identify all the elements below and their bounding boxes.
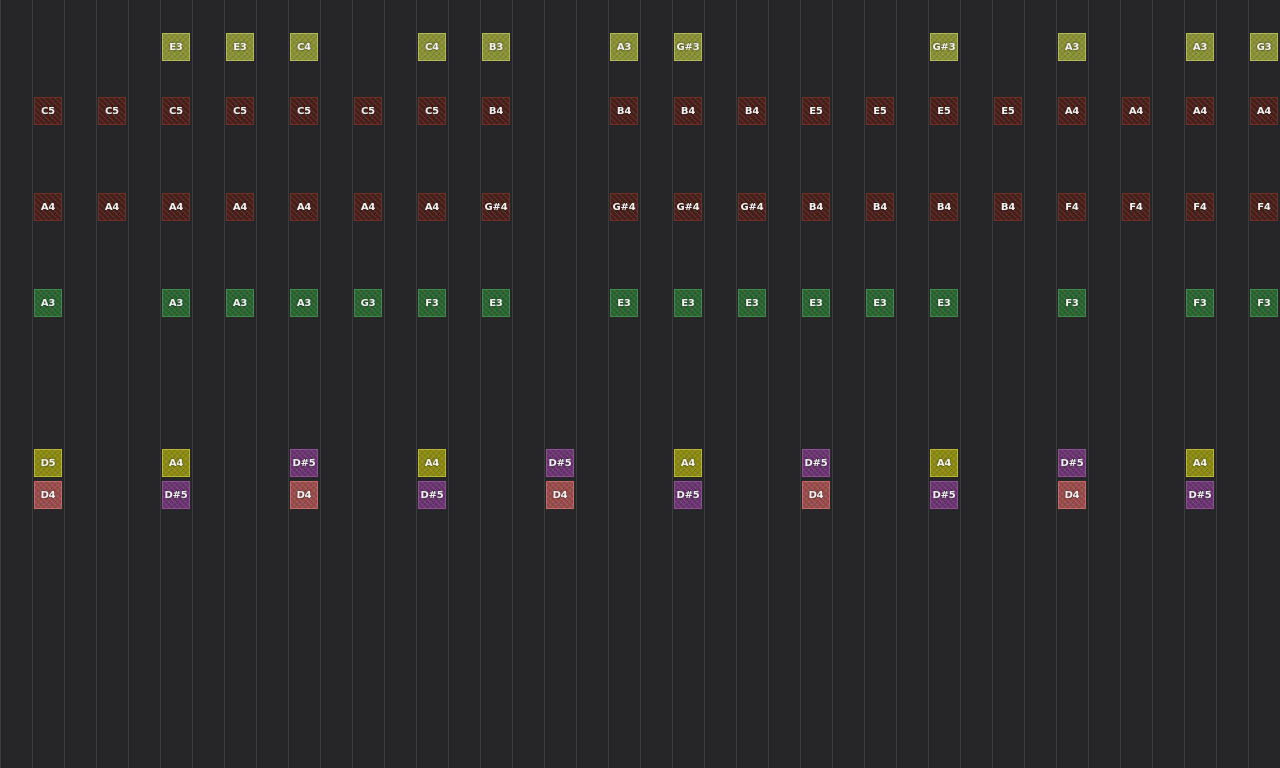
note-block[interactable]: A3 — [1186, 33, 1214, 61]
note-block[interactable]: B4 — [610, 97, 638, 125]
note-block[interactable]: E3 — [226, 33, 254, 61]
note-block[interactable]: D#5 — [802, 449, 830, 477]
note-block[interactable]: F3 — [1058, 289, 1086, 317]
note-block[interactable]: A3 — [162, 289, 190, 317]
note-block[interactable]: G#4 — [482, 193, 510, 221]
note-block[interactable]: F4 — [1250, 193, 1278, 221]
note-block[interactable]: E3 — [482, 289, 510, 317]
note-block[interactable]: A3 — [226, 289, 254, 317]
note-block[interactable]: A4 — [162, 449, 190, 477]
note-block[interactable]: F4 — [1058, 193, 1086, 221]
note-block[interactable]: G#3 — [674, 33, 702, 61]
note-block[interactable]: C4 — [290, 33, 318, 61]
note-block[interactable]: A3 — [610, 33, 638, 61]
note-block[interactable]: A3 — [1058, 33, 1086, 61]
note-block[interactable]: G#4 — [610, 193, 638, 221]
note-block[interactable]: G#3 — [930, 33, 958, 61]
note-block[interactable]: C4 — [418, 33, 446, 61]
piano-roll-grid[interactable]: E3 E3 C4 C4 B3 A3 G#3 G#3 A3 A3 G3 C5 C5 C5 C5 C5 C5 C5 B4… — [0, 0, 1280, 768]
note-block[interactable]: E5 — [994, 97, 1022, 125]
note-block[interactable]: B4 — [802, 193, 830, 221]
note-block[interactable]: A4 — [1058, 97, 1086, 125]
note-block[interactable]: B3 — [482, 33, 510, 61]
note-block[interactable]: A4 — [418, 193, 446, 221]
note-block[interactable]: A4 — [34, 193, 62, 221]
note-block[interactable]: A4 — [290, 193, 318, 221]
note-block[interactable]: E3 — [802, 289, 830, 317]
note-block[interactable]: E3 — [674, 289, 702, 317]
note-block[interactable]: C5 — [162, 97, 190, 125]
note-block[interactable]: B4 — [674, 97, 702, 125]
note-block[interactable]: C5 — [354, 97, 382, 125]
note-block[interactable]: E5 — [930, 97, 958, 125]
note-block[interactable]: D#5 — [418, 481, 446, 509]
note-block[interactable]: D#5 — [1058, 449, 1086, 477]
note-block[interactable]: C5 — [290, 97, 318, 125]
note-block[interactable]: B4 — [482, 97, 510, 125]
note-block[interactable]: G3 — [354, 289, 382, 317]
note-block[interactable]: D#5 — [930, 481, 958, 509]
note-block[interactable]: B4 — [994, 193, 1022, 221]
note-block[interactable]: D4 — [34, 481, 62, 509]
note-block[interactable]: E3 — [162, 33, 190, 61]
note-block[interactable]: E3 — [866, 289, 894, 317]
note-block[interactable]: A4 — [418, 449, 446, 477]
note-block[interactable]: A4 — [1122, 97, 1150, 125]
note-block[interactable]: D#5 — [674, 481, 702, 509]
note-block[interactable]: A4 — [674, 449, 702, 477]
note-block[interactable]: B4 — [738, 97, 766, 125]
note-block[interactable]: A4 — [1186, 97, 1214, 125]
note-block[interactable]: D#5 — [290, 449, 318, 477]
note-block[interactable]: C5 — [34, 97, 62, 125]
note-block[interactable]: A4 — [226, 193, 254, 221]
note-block[interactable]: E3 — [738, 289, 766, 317]
note-block[interactable]: B4 — [866, 193, 894, 221]
note-block[interactable]: A4 — [1186, 449, 1214, 477]
note-block[interactable]: E3 — [610, 289, 638, 317]
note-block[interactable]: E5 — [866, 97, 894, 125]
note-block[interactable]: D5 — [34, 449, 62, 477]
note-block[interactable]: C5 — [98, 97, 126, 125]
note-block[interactable]: D4 — [1058, 481, 1086, 509]
note-block[interactable]: B4 — [930, 193, 958, 221]
note-block[interactable]: A4 — [162, 193, 190, 221]
note-block[interactable]: C5 — [418, 97, 446, 125]
note-block[interactable]: E3 — [930, 289, 958, 317]
note-block[interactable]: A3 — [290, 289, 318, 317]
note-block[interactable]: D#5 — [162, 481, 190, 509]
note-block[interactable]: G#4 — [674, 193, 702, 221]
note-block[interactable]: D#5 — [1186, 481, 1214, 509]
note-block[interactable]: F4 — [1122, 193, 1150, 221]
note-block[interactable]: D4 — [802, 481, 830, 509]
note-block[interactable]: G3 — [1250, 33, 1278, 61]
note-block[interactable]: D4 — [546, 481, 574, 509]
note-block[interactable]: C5 — [226, 97, 254, 125]
note-block[interactable]: G#4 — [738, 193, 766, 221]
note-block[interactable]: F3 — [418, 289, 446, 317]
note-block[interactable]: F3 — [1250, 289, 1278, 317]
note-block[interactable]: F3 — [1186, 289, 1214, 317]
note-block[interactable]: D#5 — [546, 449, 574, 477]
note-block[interactable]: A3 — [34, 289, 62, 317]
note-block[interactable]: A4 — [354, 193, 382, 221]
note-block[interactable]: A4 — [930, 449, 958, 477]
note-block[interactable]: A4 — [98, 193, 126, 221]
note-block[interactable]: A4 — [1250, 97, 1278, 125]
note-block[interactable]: E5 — [802, 97, 830, 125]
note-block[interactable]: D4 — [290, 481, 318, 509]
note-block[interactable]: F4 — [1186, 193, 1214, 221]
